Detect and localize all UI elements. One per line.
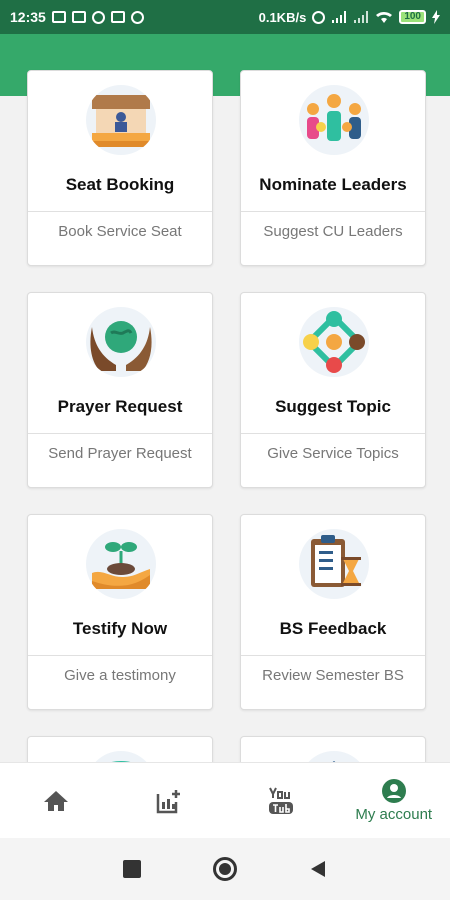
bottom-nav: My account <box>0 762 450 838</box>
account-icon <box>381 779 406 803</box>
people-icon <box>299 85 369 155</box>
divider <box>241 433 425 434</box>
nav-youtube[interactable] <box>225 763 338 838</box>
seat-booking-icon <box>86 85 156 155</box>
divider <box>241 655 425 656</box>
add-chart-icon <box>156 789 180 813</box>
sync-icon <box>130 10 144 24</box>
card-subtitle: Give Service Topics <box>267 445 399 462</box>
card-subtitle: Suggest CU Leaders <box>263 223 403 240</box>
divider <box>241 211 425 212</box>
hands-globe-icon <box>86 307 156 377</box>
card-seat-booking[interactable]: Seat Booking Book Service Seat <box>27 70 213 266</box>
feature-grid: Seat Booking Book Service Seat Nominate … <box>0 34 450 762</box>
signal-icon <box>354 11 369 23</box>
calendar-icon <box>110 11 125 23</box>
card-subtitle: Send Prayer Request <box>48 445 192 462</box>
youtube-icon <box>269 787 294 814</box>
sync-icon <box>91 10 105 24</box>
clipboard-hourglass-icon <box>299 529 369 599</box>
recents-button[interactable] <box>123 860 141 878</box>
message-icon <box>51 11 66 23</box>
card-title: Nominate Leaders <box>259 175 407 194</box>
home-icon <box>44 790 69 811</box>
partial-icon <box>86 751 156 762</box>
card-subtitle: Review Semester BS <box>262 667 404 684</box>
home-button[interactable] <box>213 857 237 881</box>
status-bar: 12:35 0.1KB/s 100 <box>0 0 450 34</box>
card-prayer-request[interactable]: Prayer Request Send Prayer Request <box>27 292 213 488</box>
card-title: BS Feedback <box>279 619 387 638</box>
status-time: 12:35 <box>10 9 46 25</box>
alarm-icon <box>312 10 326 24</box>
card-subtitle: Book Service Seat <box>58 223 182 240</box>
card-bs-feedback[interactable]: BS Feedback Review Semester BS <box>240 514 426 710</box>
card-title: Seat Booking <box>65 175 175 194</box>
network-icon <box>299 307 369 377</box>
nav-home[interactable] <box>0 763 113 838</box>
signal-icon <box>332 11 347 23</box>
nav-my-account[interactable]: My account <box>338 763 450 838</box>
back-button[interactable] <box>309 859 327 879</box>
sprout-hand-icon <box>86 529 156 599</box>
nav-label: My account <box>355 806 433 823</box>
divider <box>28 433 212 434</box>
card-suggest-topic[interactable]: Suggest Topic Give Service Topics <box>240 292 426 488</box>
divider <box>28 211 212 212</box>
message-icon <box>71 11 86 23</box>
network-speed: 0.1KB/s <box>258 9 307 25</box>
card-title: Prayer Request <box>57 397 183 416</box>
wifi-icon <box>376 11 393 23</box>
card-title: Testify Now <box>72 619 168 638</box>
card-testify-now[interactable]: Testify Now Give a testimony <box>27 514 213 710</box>
home-button-inner <box>219 863 231 875</box>
partial-icon <box>299 751 369 762</box>
card-partial[interactable] <box>27 736 213 762</box>
card-title: Suggest Topic <box>275 397 391 416</box>
nav-add-chart[interactable] <box>113 763 226 838</box>
system-nav-bar <box>0 838 450 900</box>
card-subtitle: Give a testimony <box>64 667 176 684</box>
card-nominate-leaders[interactable]: Nominate Leaders Suggest CU Leaders <box>240 70 426 266</box>
charging-icon <box>432 10 440 24</box>
card-partial[interactable] <box>240 736 426 762</box>
battery-indicator: 100 <box>399 10 426 24</box>
divider <box>28 655 212 656</box>
